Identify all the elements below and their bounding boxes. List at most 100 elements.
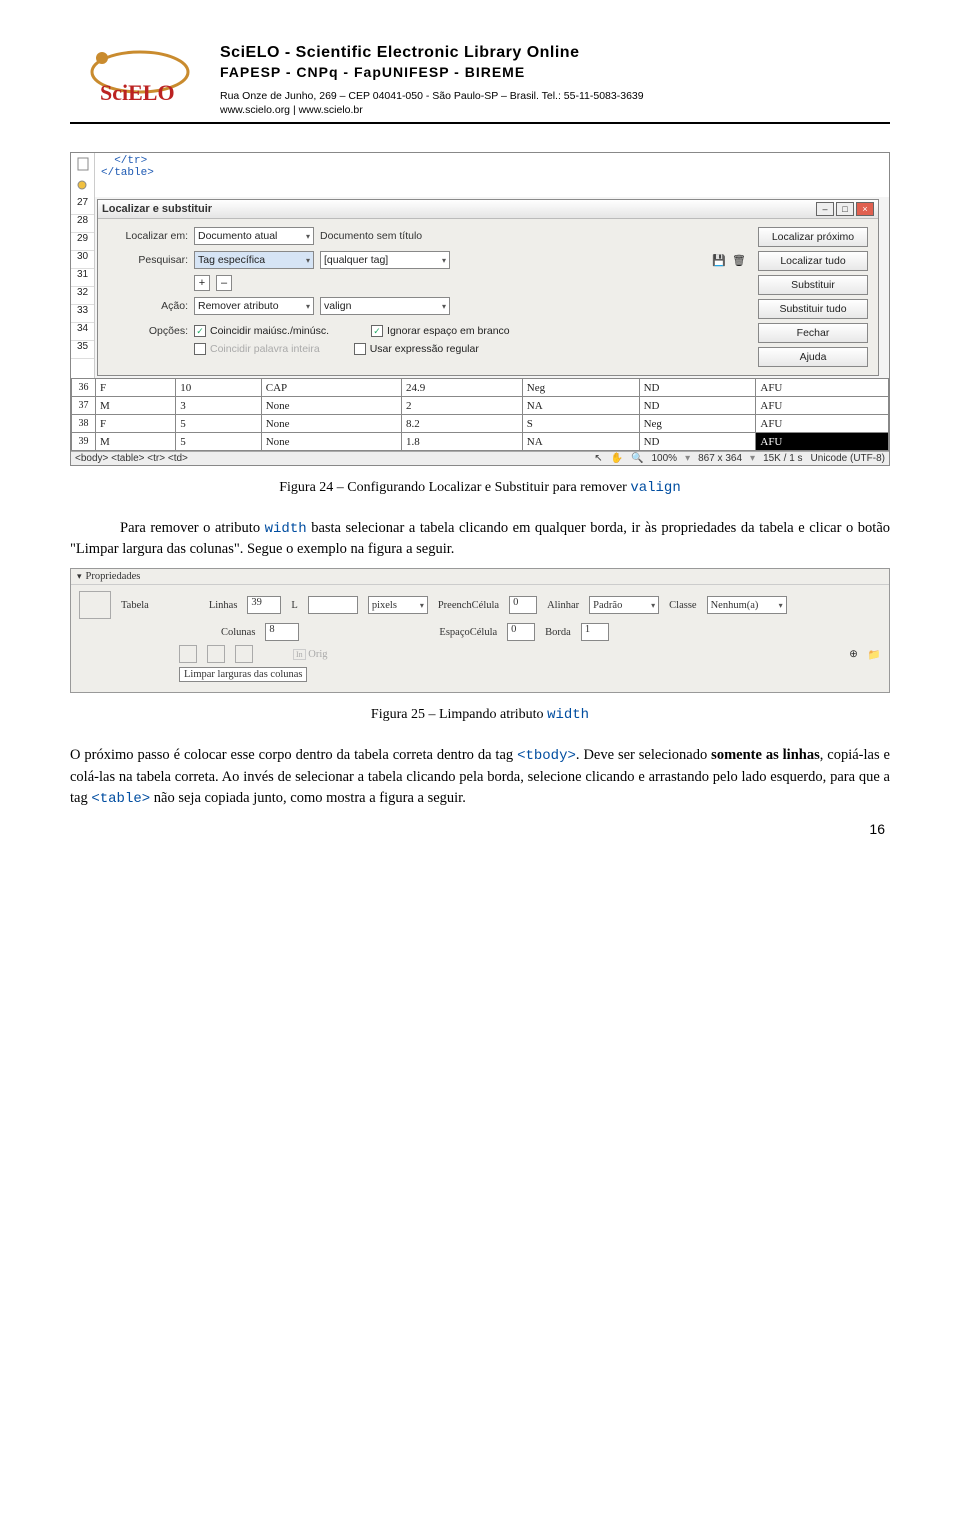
tabela-label: Tabela (121, 600, 149, 611)
orig-label: In Orig (293, 649, 328, 660)
chk-palavra: Coincidir palavra inteira (194, 343, 320, 355)
pesquisar-select[interactable]: Tag específica▾ (194, 251, 314, 269)
line-number: 30 (71, 251, 94, 269)
localizar-tudo-button[interactable]: Localizar tudo (758, 251, 868, 271)
chk-regex[interactable]: Usar expressão regular (354, 343, 479, 355)
limpar-larguras-button[interactable]: Limpar larguras das colunas (179, 667, 307, 682)
header-subtitle: FAPESP - CNPq - FapUNIFESP - BIREME (220, 64, 890, 80)
table-cell: 5 (176, 415, 261, 433)
scielo-logo: SciELO (70, 40, 220, 116)
trash-icon[interactable]: 🗑 (732, 254, 746, 267)
line-number: 38 (72, 415, 96, 433)
preench-label: PreenchCélula (438, 600, 499, 611)
linhas-input[interactable]: 39 (247, 596, 281, 614)
add-rule-button[interactable]: + (194, 275, 210, 291)
chk-ignorar[interactable]: ✓Ignorar espaço em branco (371, 325, 510, 337)
remove-rule-button[interactable]: – (216, 275, 232, 291)
line-number: 39 (72, 433, 96, 451)
save-icon[interactable]: 💾 (712, 254, 726, 267)
substituir-button[interactable]: Substituir (758, 275, 868, 295)
line-number: 34 (71, 323, 94, 341)
table-cell: AFU (756, 415, 889, 433)
table-cell: 8.2 (402, 415, 523, 433)
page-number: 16 (869, 821, 885, 837)
header-address: Rua Onze de Junho, 269 – CEP 04041-050 -… (220, 90, 890, 102)
status-dims: 867 x 364 (698, 453, 742, 464)
table-cell: ND (639, 433, 756, 451)
chk-maiusc[interactable]: ✓Coincidir maiúsc./minúsc. (194, 325, 329, 337)
table-cell: S (522, 415, 639, 433)
alinhar-select[interactable]: Padrão▾ (589, 596, 659, 614)
line-number: 28 (71, 215, 94, 233)
borda-input[interactable]: 1 (581, 623, 609, 641)
target-icon[interactable]: ⊕ (849, 648, 858, 660)
localizar-em-select[interactable]: Documento atual▾ (194, 227, 314, 245)
table-cell: AFU (756, 433, 889, 451)
substituir-tudo-button[interactable]: Substituir tudo (758, 299, 868, 319)
fechar-button[interactable]: Fechar (758, 323, 868, 343)
doc-icon (76, 157, 90, 171)
status-bar: <body> <table> <tr> <td> ↖ ✋ 🔍 100% ▾ 86… (71, 451, 889, 465)
page-header: SciELO SciELO - Scientific Electronic Li… (70, 40, 890, 116)
find-icon (76, 179, 90, 193)
screenshot-properties: ▾ Propriedades Tabela Linhas 39 L pixels… (70, 568, 890, 693)
line-number: 27 (71, 197, 94, 215)
espaco-input[interactable]: 0 (507, 623, 535, 641)
ajuda-button[interactable]: Ajuda (758, 347, 868, 367)
table-cell: 24.9 (402, 379, 523, 397)
properties-title: Propriedades (86, 571, 141, 582)
table-cell: None (261, 433, 401, 451)
table-cell: ND (639, 397, 756, 415)
paragraph-2: O próximo passo é colocar esse corpo den… (70, 745, 890, 809)
classe-label: Classe (669, 600, 696, 611)
header-website: www.scielo.org | www.scielo.br (220, 104, 890, 116)
tool-icon[interactable] (207, 645, 225, 663)
expand-icon[interactable]: ▾ (77, 571, 82, 582)
classe-select[interactable]: Nenhum(a)▾ (707, 596, 787, 614)
preench-input[interactable]: 0 (509, 596, 537, 614)
status-encoding: Unicode (UTF-8) (811, 453, 885, 464)
unidade-select[interactable]: pixels▾ (368, 596, 428, 614)
tool-icon[interactable] (235, 645, 253, 663)
opcoes-label: Opções: (108, 325, 188, 337)
table-cell: 5 (176, 433, 261, 451)
pesquisar-label: Pesquisar: (108, 254, 188, 266)
line-number: 37 (72, 397, 96, 415)
table-icon (79, 591, 111, 619)
table-cell: None (261, 415, 401, 433)
minimize-button[interactable]: – (816, 202, 834, 216)
pesquisar-tag-select[interactable]: [qualquer tag]▾ (320, 251, 450, 269)
paragraph-1: Para remover o atributo width basta sele… (70, 518, 890, 560)
colunas-label: Colunas (221, 627, 255, 638)
table-cell: AFU (756, 397, 889, 415)
line-number: 29 (71, 233, 94, 251)
code-line: </table> (101, 167, 883, 179)
acao-attr-select[interactable]: valign▾ (320, 297, 450, 315)
table-cell: F (96, 415, 176, 433)
maximize-button[interactable]: □ (836, 202, 854, 216)
alinhar-label: Alinhar (547, 600, 579, 611)
table-cell: 3 (176, 397, 261, 415)
figure-caption-25: Figura 25 – Limpando atributo width (70, 707, 890, 723)
line-number: 31 (71, 269, 94, 287)
table-cell: 1.8 (402, 433, 523, 451)
close-button[interactable]: × (856, 202, 874, 216)
table-row: 37M3None2NANDAFU (72, 397, 889, 415)
table-cell: F (96, 379, 176, 397)
table-row: 36F10CAP24.9NegNDAFU (72, 379, 889, 397)
localizar-proximo-button[interactable]: Localizar próximo (758, 227, 868, 247)
table-cell: CAP (261, 379, 401, 397)
tool-icon[interactable] (179, 645, 197, 663)
table-cell: 2 (402, 397, 523, 415)
hand-icon: ✋ (611, 453, 623, 464)
colunas-input[interactable]: 8 (265, 623, 299, 641)
table-cell: 10 (176, 379, 261, 397)
folder-icon[interactable]: 📁 (868, 648, 881, 661)
svg-text:SciELO: SciELO (100, 80, 175, 105)
header-divider (70, 122, 890, 124)
largura-input[interactable] (308, 596, 358, 614)
line-number: 33 (71, 305, 94, 323)
pointer-icon: ↖ (594, 453, 602, 464)
table-cell: M (96, 397, 176, 415)
acao-select[interactable]: Remover atributo▾ (194, 297, 314, 315)
